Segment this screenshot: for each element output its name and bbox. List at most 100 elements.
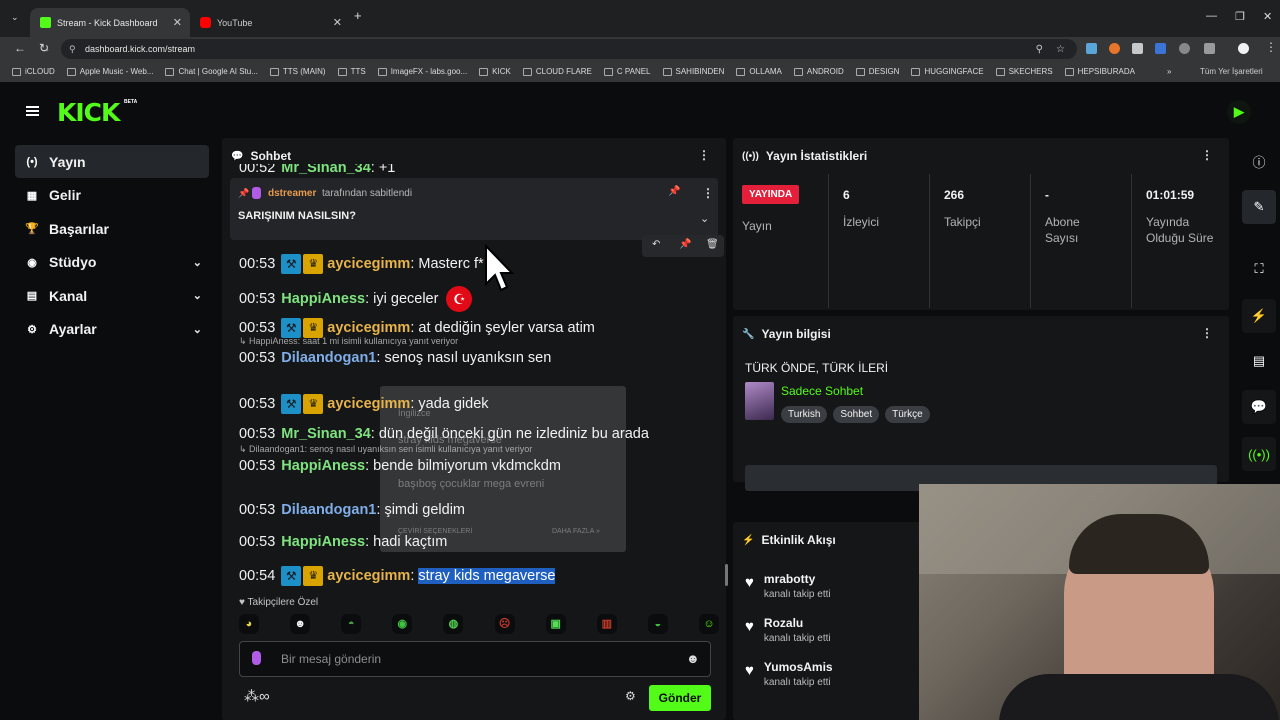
url-bar[interactable]: ⚲ dashboard.kick.com/stream ⚲ ☆ — [61, 39, 1077, 59]
send-button[interactable]: Gönder — [649, 685, 711, 711]
tab-youtube[interactable]: YouTube ✕ — [190, 8, 350, 37]
screen-rail-button[interactable]: ⛶ — [1242, 252, 1276, 286]
bookmark-item[interactable]: TTS (MAIN) — [269, 67, 326, 76]
emote-icon[interactable]: ▥ — [596, 614, 617, 634]
bookmark-item[interactable]: C PANEL — [603, 67, 651, 76]
message-username[interactable]: aycicegimm — [327, 396, 410, 412]
message-username[interactable]: Mr_Sinan_34 — [281, 426, 370, 442]
chat-rail-button[interactable]: 💬 — [1242, 390, 1276, 424]
sidebar-item-kanal[interactable]: ▤ Kanal ⌄ — [15, 279, 209, 312]
extension-icon[interactable] — [1179, 43, 1190, 54]
pinned-by-user[interactable]: dstreamer — [268, 188, 316, 199]
chevron-down-icon[interactable]: ⌄ — [193, 256, 202, 269]
stats-menu-icon[interactable]: ⋮ — [1201, 148, 1213, 162]
notes-rail-button[interactable]: ▤ — [1242, 344, 1276, 378]
kick-points-icon[interactable]: ⁂∞ — [244, 687, 270, 705]
message-username[interactable]: HappiAness — [281, 291, 365, 307]
bookmark-item[interactable]: Apple Music - Web... — [66, 67, 153, 76]
message-username[interactable]: aycicegimm — [327, 256, 410, 272]
sidebar-item-gelir[interactable]: ▦ Gelir — [15, 179, 209, 212]
event-user[interactable]: Rozalu — [764, 616, 831, 630]
bookmark-item[interactable]: CLOUD FLARE — [522, 67, 592, 76]
translate-more-link[interactable]: DAHA FAZLA » — [552, 528, 600, 535]
pinned-menu-icon[interactable]: ⋮ — [702, 186, 714, 200]
chevron-down-icon[interactable]: ⌄ — [193, 323, 202, 336]
chat-message[interactable]: 00:54 ⚒ ♛ aycicegimm: stray kids megaverse — [239, 566, 556, 586]
delete-icon[interactable]: 🗑 — [706, 239, 719, 250]
back-icon[interactable]: ← — [14, 41, 26, 55]
bookmark-item[interactable]: ANDROID — [793, 67, 844, 76]
emote-icon[interactable]: ◕ — [239, 614, 259, 634]
bookmark-item[interactable]: TTS — [337, 67, 366, 76]
chat-message[interactable]: 00:53 HappiAness: iyi geceler ☪ — [239, 286, 473, 312]
message-username[interactable]: aycicegimm — [327, 320, 410, 336]
close-window-icon[interactable]: ✕ — [1263, 10, 1272, 23]
bookmark-item[interactable]: SKECHERS — [995, 67, 1053, 76]
message-username[interactable]: Dilaandogan1 — [281, 502, 376, 518]
chat-message[interactable]: 00:53 ⚒ ♛ aycicegimm: Masterc f* — [239, 254, 484, 274]
chat-message[interactable]: 00:53 Dilaandogan1: senoş nasıl uyanıksın… — [239, 350, 551, 366]
emote-icon[interactable]: ☻ — [290, 614, 311, 634]
sidebar-item-basarilar[interactable]: 🏆 Başarılar — [15, 212, 209, 245]
reply-icon[interactable]: ↶ — [652, 239, 660, 250]
info-menu-icon[interactable]: ⋮ — [1201, 326, 1213, 340]
emote-icon[interactable]: ☹ — [494, 614, 515, 634]
bookmark-item[interactable]: ImageFX - labs.goo... — [377, 67, 467, 76]
extension-icon[interactable] — [1109, 43, 1120, 54]
emote-icon[interactable]: ☺ — [698, 614, 719, 634]
emote-icon[interactable]: ◓ — [341, 614, 362, 634]
tab-list-icon[interactable]: ⌄ — [11, 12, 19, 23]
message-username[interactable]: HappiAness — [281, 458, 365, 474]
chevron-down-icon[interactable]: ⌄ — [700, 212, 709, 225]
chat-message[interactable]: 00:53 HappiAness: bende bilmiyorum vkdmck… — [239, 458, 561, 474]
profile-avatar-icon[interactable] — [1238, 43, 1249, 54]
bookmark-item[interactable]: OLLAMA — [736, 67, 782, 76]
message-username[interactable]: Mr_Sinan_34 — [281, 164, 370, 176]
zoom-icon[interactable]: ⚲ — [1036, 44, 1043, 55]
minimize-icon[interactable]: — — [1206, 10, 1217, 22]
browser-menu-icon[interactable]: ⋮ — [1265, 40, 1277, 54]
bolt-rail-button[interactable]: ⚡ — [1242, 299, 1276, 333]
edit-rail-button[interactable]: ✎ — [1242, 190, 1276, 224]
sidebar-item-yayin[interactable]: (•) Yayın — [15, 145, 209, 178]
tab-kick-dashboard[interactable]: Stream - Kick Dashboard ✕ — [30, 8, 190, 37]
chevron-down-icon[interactable]: ⌄ — [193, 289, 202, 302]
extensions-puzzle-icon[interactable] — [1204, 43, 1215, 54]
hamburger-menu-icon[interactable] — [26, 106, 39, 116]
new-tab-icon[interactable]: + — [354, 8, 362, 23]
event-user[interactable]: YumosAmis — [764, 660, 833, 674]
bookmark-item[interactable]: KICK — [479, 67, 511, 76]
emote-icon[interactable]: ◍ — [443, 614, 464, 634]
extension-icon[interactable] — [1086, 43, 1097, 54]
broadcast-rail-button[interactable]: ((•)) — [1242, 437, 1276, 471]
close-tab-icon[interactable]: ✕ — [173, 16, 182, 29]
extension-icon[interactable] — [1132, 43, 1143, 54]
tag-pill[interactable]: Turkish — [781, 406, 828, 423]
emoji-icon[interactable]: ☻ — [686, 651, 700, 666]
bookmark-item[interactable]: iCLOUD — [12, 67, 55, 76]
site-info-icon[interactable]: ⚲ — [69, 44, 76, 55]
chat-menu-icon[interactable]: ⋮ — [698, 148, 710, 162]
chat-message[interactable]: 00:53 Dilaandogan1: şimdi geldim — [239, 502, 465, 518]
chat-scrollbar[interactable] — [725, 564, 728, 586]
tag-pill[interactable]: Sohbet — [833, 406, 880, 423]
bookmark-item[interactable]: SAHIBINDEN — [662, 67, 724, 76]
chat-settings-icon[interactable]: ⚙ — [625, 689, 636, 703]
reload-icon[interactable]: ↻ — [39, 41, 49, 55]
message-username[interactable]: Dilaandogan1 — [281, 350, 376, 366]
bookmark-star-icon[interactable]: ☆ — [1056, 44, 1065, 55]
tag-pill[interactable]: Türkçe — [885, 406, 930, 423]
bookmark-item[interactable]: DESIGN — [855, 67, 899, 76]
sidebar-item-studyo[interactable]: ◉ Stüdyo ⌄ — [15, 246, 209, 279]
kick-profile-icon[interactable]: ▶ — [1227, 100, 1251, 124]
bookmarks-more-icon[interactable]: » — [1167, 67, 1171, 76]
emote-icon[interactable]: ▣ — [545, 614, 566, 634]
unpin-icon[interactable]: 📌 — [668, 186, 680, 197]
emote-icon[interactable]: ◒ — [647, 614, 668, 634]
category-link[interactable]: Sadece Sohbet — [781, 384, 863, 398]
maximize-icon[interactable]: ❐ — [1235, 10, 1245, 23]
translate-extension-icon[interactable] — [1155, 43, 1166, 54]
chat-input[interactable]: Bir mesaj gönderin ☻ — [239, 641, 711, 677]
chat-message[interactable]: 00:53 ⚒ ♛ aycicegimm: at dediğin şeyler var… — [239, 318, 595, 338]
bookmark-item[interactable]: HEPSIBURADA — [1064, 67, 1135, 76]
